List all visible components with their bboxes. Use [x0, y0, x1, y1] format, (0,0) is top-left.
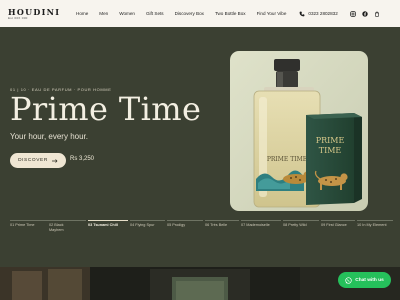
nav-find-your-vibe[interactable]: Find Your Vibe: [257, 11, 287, 16]
facebook-icon[interactable]: [362, 10, 368, 17]
nav-gift-sets[interactable]: Gift Sets: [146, 11, 164, 16]
product-tab-2[interactable]: 02 Black Mayhem: [49, 216, 86, 236]
instagram-icon[interactable]: [350, 10, 356, 17]
cart-icon[interactable]: [374, 11, 380, 17]
nav-men[interactable]: Men: [99, 11, 108, 16]
product-tab-label: 10 In My Element: [357, 223, 387, 227]
main-nav: Home Men Women Gift Sets Discovery Box T…: [76, 11, 286, 16]
price-label: Rs 3,250: [70, 156, 95, 162]
nav-discovery-box[interactable]: Discovery Box: [175, 11, 204, 16]
product-tab-label: 05 Prodigy: [167, 223, 186, 227]
product-tab-label: 06 Très Belle: [205, 223, 228, 227]
product-tab-label: 02 Black Mayhem: [49, 223, 64, 232]
phone-number: 0323 2802832: [308, 11, 338, 16]
svg-text:TIME: TIME: [319, 146, 342, 155]
product-tab-5[interactable]: 05 Prodigy: [167, 216, 203, 236]
hero-subtitle: Your hour, every hour.: [10, 132, 88, 141]
product-tab-label: 08 Pretty Wild: [283, 223, 307, 227]
site-header: HOUDINI Est 00X 000 Home Men Women Gift …: [0, 0, 400, 27]
product-tab-6[interactable]: 06 Très Belle: [205, 216, 239, 236]
product-tab-7[interactable]: 07 Mademoiselle: [241, 216, 281, 236]
product-tab-10[interactable]: 10 In My Element: [357, 216, 393, 236]
brand-logo[interactable]: HOUDINI Est 00X 000: [8, 6, 61, 20]
product-tab-label: 09 First Glance: [321, 223, 347, 227]
product-tab-8[interactable]: 08 Pretty Wild: [283, 216, 319, 236]
nav-home[interactable]: Home: [76, 11, 88, 16]
product-tab-9[interactable]: 09 First Glance: [321, 216, 355, 236]
bottle-label: PRIME TIME: [267, 156, 307, 163]
phone-icon: [299, 11, 305, 16]
product-tab-label: 01 Prime Time: [10, 223, 35, 227]
whatsapp-icon: [345, 276, 352, 284]
product-selector: 01 Prime Time 02 Black Mayhem 03 Tsunami…: [0, 216, 400, 236]
product-tab-3[interactable]: 03 Tsunami Chill: [88, 216, 128, 236]
whatsapp-chat-button[interactable]: Chat with us: [338, 272, 391, 288]
phone-link[interactable]: 0323 2802832: [299, 11, 338, 17]
product-tab-label: 04 Flying Spur: [130, 223, 155, 227]
svg-text:PRIME: PRIME: [316, 136, 345, 145]
chat-button-label: Chat with us: [355, 277, 384, 283]
nav-two-bottle-box[interactable]: Two Bottle Box: [215, 11, 246, 16]
product-tab-label: 07 Mademoiselle: [241, 223, 270, 227]
product-tab-4[interactable]: 04 Flying Spur: [130, 216, 165, 236]
arrow-right-icon: [51, 158, 58, 163]
brand-tagline: Est 00X 000: [8, 15, 28, 20]
discover-button[interactable]: DISCOVER: [10, 153, 66, 168]
nav-women[interactable]: Women: [119, 11, 135, 16]
hero-title: Prime Time: [10, 90, 202, 128]
product-image: PRIME TIME PRIME TIME: [230, 51, 368, 211]
brand-name: HOUDINI: [8, 6, 61, 17]
product-tab-label: 03 Tsunami Chill: [88, 223, 118, 227]
discover-button-label: DISCOVER: [18, 158, 48, 163]
